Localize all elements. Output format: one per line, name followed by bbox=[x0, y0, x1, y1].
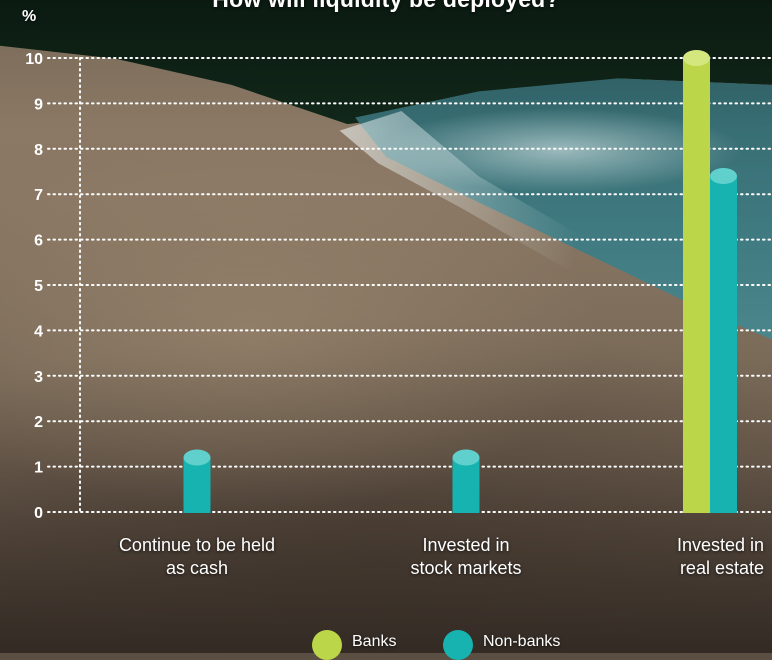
y-axis-ticks: 0 1 2 3 4 5 6 7 8 9 10 bbox=[25, 51, 43, 522]
category-label: Invested in real estate bbox=[604, 534, 764, 580]
y-tick-label: 0 bbox=[34, 505, 43, 522]
category-label-line: stock markets bbox=[410, 558, 522, 578]
legend-item-nonbanks: Non-banks bbox=[443, 624, 560, 660]
legend-item-banks: Banks bbox=[312, 624, 396, 660]
category-label: Invested in stock markets bbox=[371, 534, 561, 580]
y-tick-label: 10 bbox=[25, 51, 43, 68]
bar-non-banks-1 bbox=[452, 449, 480, 513]
y-tick-label: 9 bbox=[34, 96, 43, 113]
legend-label-nonbanks: Non-banks bbox=[483, 633, 561, 650]
y-tick-label: 4 bbox=[34, 323, 43, 340]
bar-banks-2 bbox=[683, 50, 710, 513]
y-tick-label: 7 bbox=[34, 187, 43, 204]
y-tick-label: 6 bbox=[34, 233, 43, 250]
category-label-line: real estate bbox=[679, 558, 764, 578]
bars bbox=[183, 50, 737, 514]
legend-swatch-nonbanks bbox=[443, 630, 473, 660]
y-tick-label: 2 bbox=[34, 414, 43, 431]
bar-non-banks-0 bbox=[183, 449, 211, 513]
legend-swatch-banks bbox=[312, 630, 342, 660]
y-tick-label: 3 bbox=[34, 369, 43, 386]
category-label-line: Invested in bbox=[422, 535, 510, 555]
y-tick-label: 8 bbox=[34, 142, 43, 159]
category-label-line: Continue to be held bbox=[118, 535, 276, 555]
category-label: Continue to be held as cash bbox=[102, 534, 292, 580]
legend-label-banks: Banks bbox=[352, 633, 397, 650]
category-label-line: as cash bbox=[165, 558, 229, 578]
y-tick-label: 1 bbox=[34, 460, 43, 477]
category-label-line: Invested in bbox=[676, 535, 764, 555]
bar-non-banks-2 bbox=[710, 168, 737, 514]
grid-lines bbox=[47, 57, 772, 513]
legend: Banks Non-banks bbox=[0, 624, 772, 660]
y-tick-label: 5 bbox=[34, 278, 43, 295]
